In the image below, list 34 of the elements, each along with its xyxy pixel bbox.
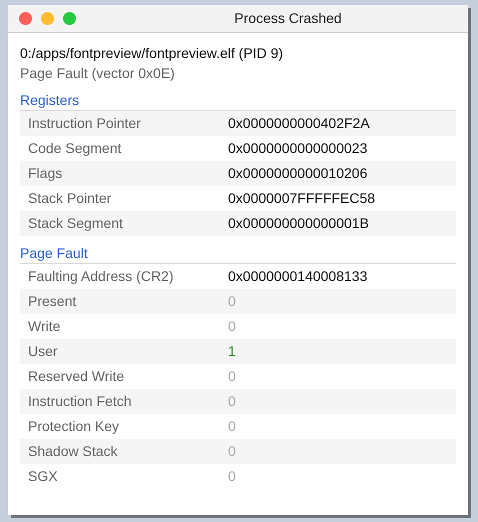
field-label: Code Segment	[27, 139, 122, 158]
field-value: 0	[228, 417, 236, 436]
field-value: 0	[228, 367, 236, 386]
process-path: 0:/apps/fontpreview/fontpreview.elf (PID 9)	[20, 44, 284, 63]
field-value: 0x000000000000001B	[228, 214, 369, 233]
field-value: 1	[228, 342, 236, 361]
field-label: Instruction Fetch	[27, 392, 132, 411]
field-label: Write	[27, 317, 62, 336]
field-label: Reserved Write	[27, 367, 126, 386]
field-label: Shadow Stack	[27, 442, 118, 461]
window-title: Process Crashed	[233, 9, 343, 28]
close-button[interactable]	[19, 12, 32, 25]
field-value: 0x0000000000010206	[228, 164, 368, 183]
field-label: Protection Key	[27, 417, 120, 436]
fault-description: Page Fault (vector 0x0E)	[20, 64, 176, 83]
field-value: 0	[228, 442, 236, 461]
field-value: 0x0000007FFFFFEC58	[228, 189, 376, 208]
field-label: User	[27, 342, 59, 361]
field-value: 0x0000000000402F2A	[228, 114, 370, 133]
field-label: Faulting Address (CR2)	[27, 267, 175, 286]
field-label: Stack Pointer	[27, 189, 112, 208]
field-value: 0	[228, 292, 236, 311]
field-label: Flags	[27, 164, 64, 183]
field-label: Instruction Pointer	[27, 114, 142, 133]
field-value: 0x0000000140008133	[228, 267, 368, 286]
field-value: 0x0000000000000023	[228, 139, 368, 158]
minimize-button[interactable]	[41, 12, 54, 25]
field-value: 0	[228, 467, 236, 486]
field-label: SGX	[27, 467, 59, 486]
field-value: 0	[228, 392, 236, 411]
maximize-button[interactable]	[63, 12, 76, 25]
field-label: Present	[27, 292, 78, 311]
field-value: 0	[228, 317, 236, 336]
field-label: Stack Segment	[27, 214, 124, 233]
